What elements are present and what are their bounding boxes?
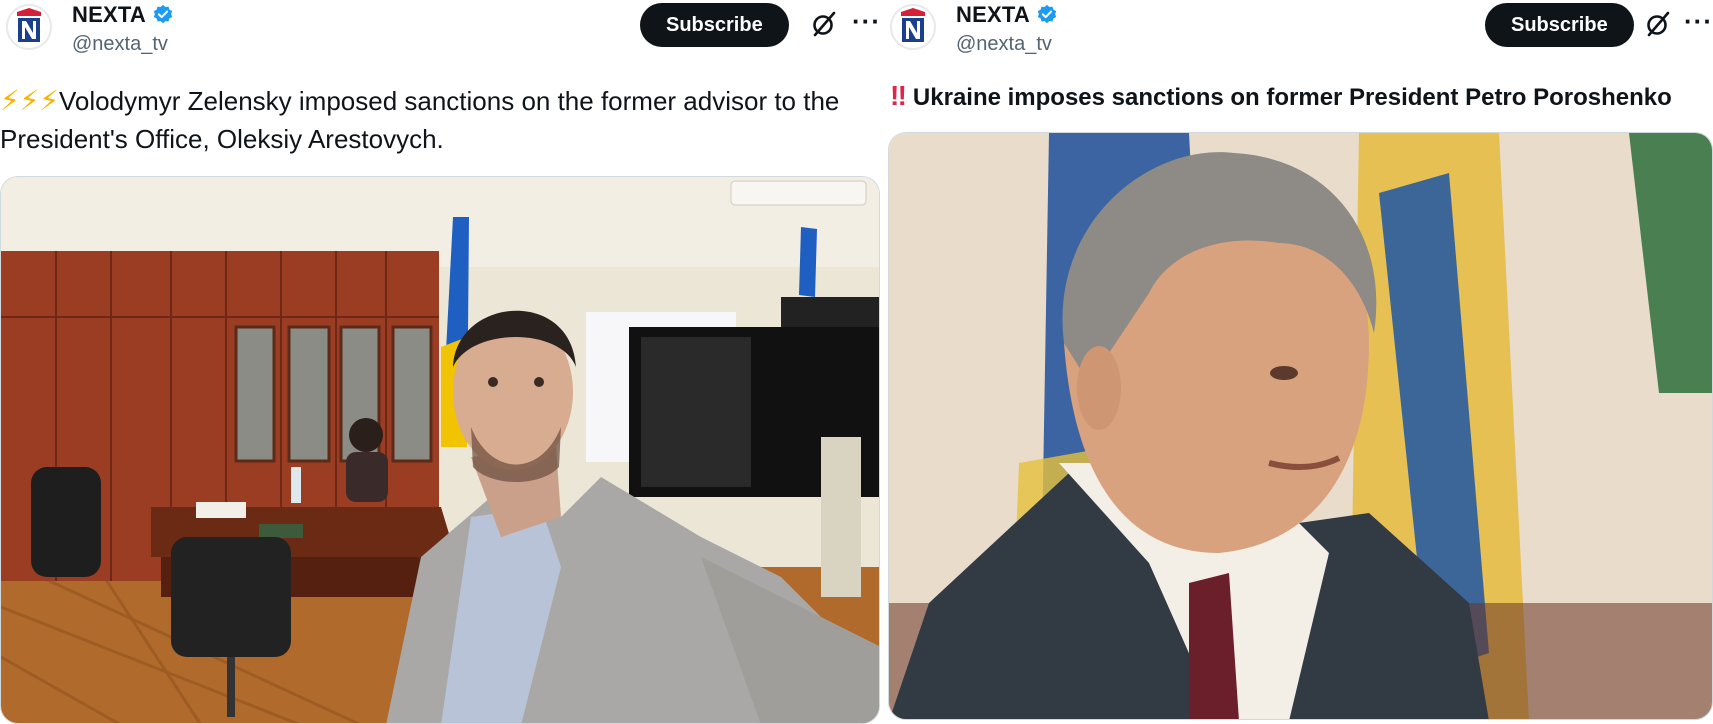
grok-icon[interactable]	[810, 10, 838, 38]
tweet-body: Ukraine imposes sanctions on former Pres…	[912, 84, 1672, 111]
account-avatar[interactable]	[890, 4, 936, 50]
account-name[interactable]: NEXTA	[956, 2, 1030, 28]
account-name[interactable]: NEXTA	[72, 2, 146, 28]
subscribe-button[interactable]: Subscribe	[1485, 3, 1634, 47]
account-handle[interactable]: @nexta_tv	[72, 33, 168, 56]
tweet-body: Volodymyr Zelensky imposed sanctions on …	[0, 86, 840, 154]
tweet-left: NEXTA @nexta_tv Subscribe ··· ⚡⚡⚡Volodym…	[0, 0, 880, 724]
account-avatar[interactable]	[6, 4, 52, 50]
subscribe-button[interactable]: Subscribe	[640, 3, 789, 47]
tweet-text: ⚡⚡⚡Volodymyr Zelensky imposed sanctions …	[0, 82, 880, 158]
verified-badge-icon	[1036, 4, 1058, 26]
tweet-text: ‼ Ukraine imposes sanctions on former Pre…	[890, 77, 1710, 117]
lightning-icon: ⚡	[39, 85, 60, 116]
more-options-icon[interactable]: ···	[852, 6, 880, 37]
double-exclamation-icon: ‼	[890, 80, 907, 111]
tweet-header: NEXTA @nexta_tv Subscribe ···	[0, 0, 880, 66]
tweet-header: NEXTA @nexta_tv Subscribe ···	[884, 0, 1713, 66]
verified-badge-icon	[152, 4, 174, 26]
lightning-icon: ⚡	[19, 85, 40, 116]
grok-icon[interactable]	[1644, 10, 1672, 38]
tweet-photo[interactable]	[888, 132, 1713, 720]
tweet-right: NEXTA @nexta_tv Subscribe ··· ‼ Ukraine i…	[884, 0, 1713, 724]
tweet-photo[interactable]	[0, 176, 880, 724]
more-options-icon[interactable]: ···	[1684, 6, 1713, 37]
account-handle[interactable]: @nexta_tv	[956, 33, 1052, 56]
lightning-icon: ⚡	[0, 85, 20, 116]
